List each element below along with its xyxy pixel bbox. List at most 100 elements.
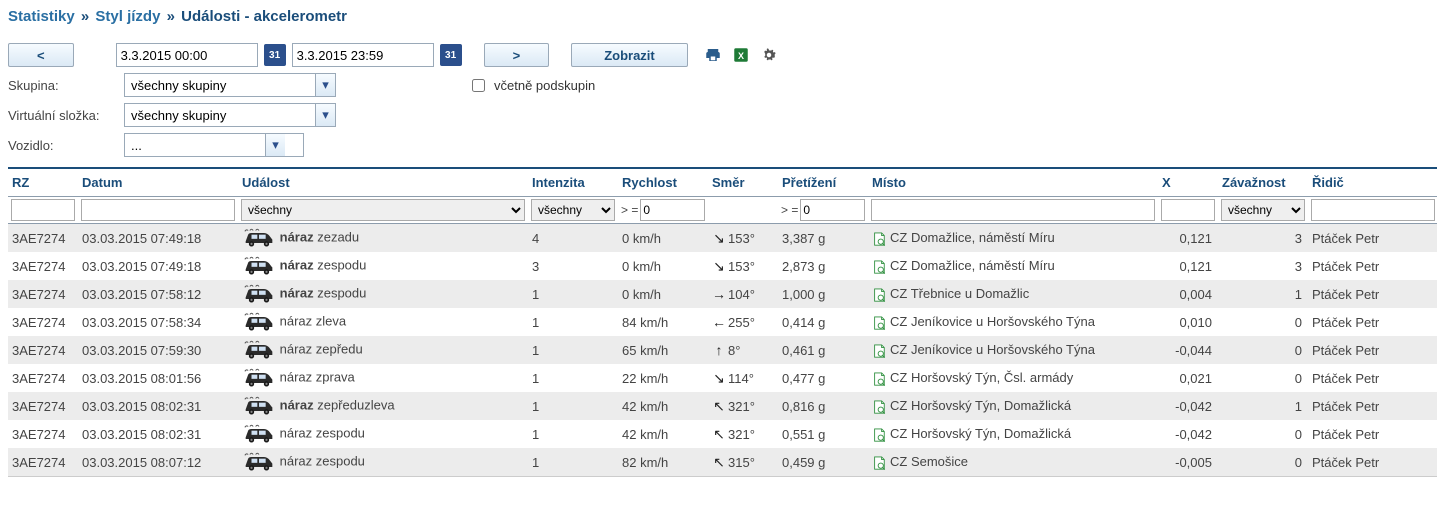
filter-date[interactable]: [81, 199, 235, 221]
col-place[interactable]: Místo: [868, 168, 1158, 197]
chevron-down-icon[interactable]: ▾: [265, 134, 285, 156]
cell-date: 03.03.2015 08:01:56: [78, 364, 238, 392]
cell-rz: 3AE7274: [8, 336, 78, 364]
filter-speed[interactable]: [640, 199, 705, 221]
map-doc-icon[interactable]: [872, 456, 886, 470]
map-doc-icon[interactable]: [872, 316, 886, 330]
vfolder-input[interactable]: [125, 104, 315, 126]
cell-place: CZ Horšovský Týn, Domažlická: [868, 392, 1158, 420]
direction-arrow-icon: ←: [712, 314, 726, 330]
map-doc-icon[interactable]: [872, 260, 886, 274]
car-crash-icon: [242, 340, 276, 360]
map-doc-icon[interactable]: [872, 372, 886, 386]
next-period-button[interactable]: >: [484, 43, 550, 67]
filter-rz[interactable]: [11, 199, 75, 221]
cell-dir: ←255°: [708, 308, 778, 336]
settings-icon[interactable]: [760, 46, 778, 64]
direction-arrow-icon: ↖: [712, 426, 726, 443]
col-x[interactable]: X: [1158, 168, 1218, 197]
cell-x: -0,042: [1158, 420, 1218, 448]
table-row[interactable]: 3AE7274 03.03.2015 07:49:18 náraz zezadu…: [8, 224, 1437, 253]
filter-intensity[interactable]: všechny: [531, 199, 615, 221]
table-row[interactable]: 3AE7274 03.03.2015 08:07:12 náraz zespod…: [8, 448, 1437, 477]
cell-speed: 0 km/h: [618, 252, 708, 280]
cell-intensity: 1: [528, 364, 618, 392]
map-doc-icon[interactable]: [872, 232, 886, 246]
map-doc-icon[interactable]: [872, 428, 886, 442]
calendar-to-button[interactable]: 31: [440, 44, 462, 66]
table-row[interactable]: 3AE7274 03.03.2015 08:02:31 náraz zespod…: [8, 420, 1437, 448]
include-subgroups-label: včetně podskupin: [494, 78, 595, 93]
table-row[interactable]: 3AE7274 03.03.2015 07:59:30 náraz zepřed…: [8, 336, 1437, 364]
cell-intensity: 1: [528, 420, 618, 448]
breadcrumb-style[interactable]: Styl jízdy: [95, 8, 160, 25]
filter-sev[interactable]: všechny: [1221, 199, 1305, 221]
date-from-input[interactable]: [116, 43, 258, 67]
col-sev[interactable]: Závažnost: [1218, 168, 1308, 197]
excel-icon[interactable]: X: [732, 46, 750, 64]
include-subgroups-checkbox[interactable]: [472, 79, 485, 92]
filter-x[interactable]: [1161, 199, 1215, 221]
cell-intensity: 1: [528, 280, 618, 308]
cell-dir: ↖321°: [708, 392, 778, 420]
col-event[interactable]: Událost: [238, 168, 528, 197]
cell-driver: Ptáček Petr: [1308, 448, 1437, 477]
chevron-down-icon[interactable]: ▾: [315, 74, 335, 96]
cell-place: CZ Jeníkovice u Horšovského Týna: [868, 336, 1158, 364]
prev-period-button[interactable]: <: [8, 43, 74, 67]
col-speed[interactable]: Rychlost: [618, 168, 708, 197]
cell-x: 0,021: [1158, 364, 1218, 392]
cell-speed: 22 km/h: [618, 364, 708, 392]
col-intensity[interactable]: Intenzita: [528, 168, 618, 197]
group-input[interactable]: [125, 74, 315, 96]
col-date[interactable]: Datum: [78, 168, 238, 197]
breadcrumb-stats[interactable]: Statistiky: [8, 8, 75, 25]
col-driver[interactable]: Řidič: [1308, 168, 1437, 197]
filter-event[interactable]: všechny: [241, 199, 525, 221]
table-row[interactable]: 3AE7274 03.03.2015 08:01:56 náraz zprava…: [8, 364, 1437, 392]
date-to-input[interactable]: [292, 43, 434, 67]
print-icon[interactable]: [704, 46, 722, 64]
cell-rz: 3AE7274: [8, 252, 78, 280]
cell-rz: 3AE7274: [8, 308, 78, 336]
cell-event: náraz zespodu: [238, 420, 528, 448]
cell-intensity: 1: [528, 336, 618, 364]
filter-driver[interactable]: [1311, 199, 1435, 221]
col-g[interactable]: Přetížení: [778, 168, 868, 197]
map-doc-icon[interactable]: [872, 400, 886, 414]
vehicle-combo[interactable]: ▾: [124, 133, 304, 157]
car-crash-icon: [242, 228, 276, 248]
table-row[interactable]: 3AE7274 03.03.2015 07:58:12 náraz zespod…: [8, 280, 1437, 308]
cell-speed: 65 km/h: [618, 336, 708, 364]
cell-g: 0,477 g: [778, 364, 868, 392]
filter-g[interactable]: [800, 199, 865, 221]
table-row[interactable]: 3AE7274 03.03.2015 08:02:31 náraz zepřed…: [8, 392, 1437, 420]
car-crash-icon: [242, 284, 276, 304]
cell-event: náraz zprava: [238, 364, 528, 392]
cell-sev: 1: [1218, 280, 1308, 308]
chevron-down-icon[interactable]: ▾: [315, 104, 335, 126]
map-doc-icon[interactable]: [872, 288, 886, 302]
cell-g: 0,461 g: [778, 336, 868, 364]
cell-rz: 3AE7274: [8, 448, 78, 477]
col-dir[interactable]: Směr: [708, 168, 778, 197]
filter-place[interactable]: [871, 199, 1155, 221]
direction-arrow-icon: ↖: [712, 398, 726, 415]
cell-g: 0,551 g: [778, 420, 868, 448]
cell-date: 03.03.2015 07:58:12: [78, 280, 238, 308]
cell-event: náraz zezadu: [238, 224, 528, 253]
cell-event: náraz zespodu: [238, 252, 528, 280]
vehicle-input[interactable]: [125, 134, 265, 156]
group-combo[interactable]: ▾: [124, 73, 336, 97]
cell-dir: →104°: [708, 280, 778, 308]
show-button[interactable]: Zobrazit: [571, 43, 688, 67]
table-row[interactable]: 3AE7274 03.03.2015 07:49:18 náraz zespod…: [8, 252, 1437, 280]
g-op: > =: [781, 203, 798, 217]
map-doc-icon[interactable]: [872, 344, 886, 358]
calendar-from-button[interactable]: 31: [264, 44, 286, 66]
table-row[interactable]: 3AE7274 03.03.2015 07:58:34 náraz zleva …: [8, 308, 1437, 336]
cell-driver: Ptáček Petr: [1308, 364, 1437, 392]
cell-place: CZ Jeníkovice u Horšovského Týna: [868, 308, 1158, 336]
vfolder-combo[interactable]: ▾: [124, 103, 336, 127]
col-rz[interactable]: RZ: [8, 168, 78, 197]
